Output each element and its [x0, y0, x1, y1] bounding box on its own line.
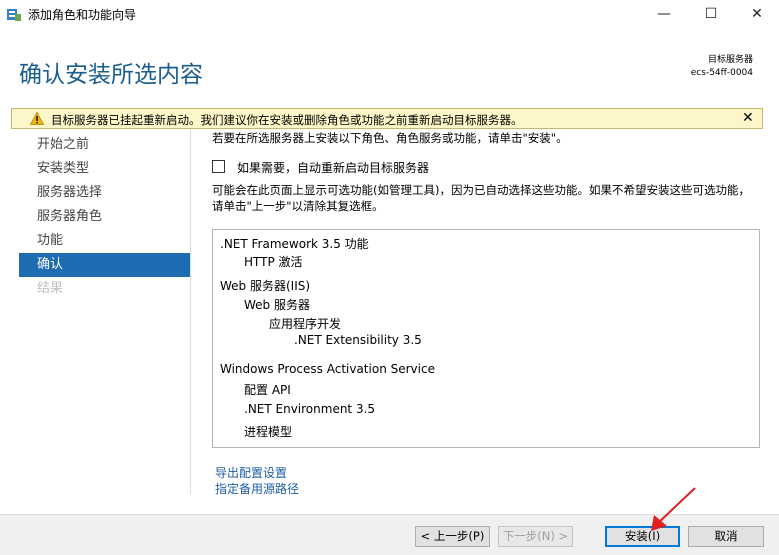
warning-close-icon[interactable]: ✕: [742, 110, 754, 126]
window-title: 添加角色和功能向导: [28, 8, 137, 22]
nav-item-server-selection[interactable]: 服务器选择: [19, 181, 190, 205]
next-button[interactable]: 下一步(N) >: [498, 526, 573, 547]
warning-text: 目标服务器已挂起重新启动。我们建议你在安装或删除角色或功能之前重新启动目标服务器…: [51, 113, 523, 127]
restart-checkbox[interactable]: [212, 160, 225, 173]
nav-divider: [190, 129, 191, 494]
nav-item-results: 结果: [37, 281, 64, 296]
server-manager-icon: [7, 9, 21, 21]
list-item: 应用程序开发: [269, 317, 342, 331]
optional-features-note: 可能会在此页面上显示可选功能(如管理工具)，因为已自动选择这些功能。如果不希望安…: [212, 183, 750, 213]
list-item: .NET Framework 3.5 功能: [220, 237, 369, 251]
previous-button[interactable]: < 上一步(P): [415, 526, 490, 547]
alternate-source-link[interactable]: 指定备用源路径: [215, 480, 299, 497]
install-button[interactable]: 安装(I): [605, 526, 680, 547]
page-title: 确认安装所选内容: [19, 62, 203, 88]
list-item: .NET Environment 3.5: [244, 402, 376, 416]
nav-item-server-roles[interactable]: 服务器角色: [19, 205, 190, 229]
list-item: Web 服务器: [244, 298, 310, 312]
nav-item-confirmation[interactable]: 确认: [19, 253, 190, 277]
warning-bar: 目标服务器已挂起重新启动。我们建议你在安装或删除角色或功能之前重新启动目标服务器…: [11, 108, 763, 129]
list-item: 配置 API: [244, 383, 291, 397]
intro-text: 若要在所选服务器上安装以下角色、角色服务或功能，请单击"安装"。: [212, 131, 568, 145]
target-server-name: ecs-54ff-0004: [690, 68, 753, 78]
list-item: 进程模型: [244, 425, 293, 439]
minimize-button[interactable]: —: [641, 0, 687, 28]
nav-item-installation-type[interactable]: 安装类型: [19, 157, 190, 181]
target-server-info: 目标服务器 ecs-54ff-0004: [691, 54, 753, 80]
close-button[interactable]: ✕: [734, 0, 779, 28]
export-config-link[interactable]: 导出配置设置: [215, 464, 287, 481]
list-item: .NET Extensibility 3.5: [294, 333, 422, 347]
nav-item-before-you-begin[interactable]: 开始之前: [19, 133, 190, 157]
title-bar: 添加角色和功能向导 — ☐ ✕: [0, 0, 779, 28]
nav-item-features[interactable]: 功能: [19, 229, 190, 253]
maximize-button[interactable]: ☐: [688, 0, 734, 28]
wizard-steps-nav: 开始之前 安装类型 服务器选择 服务器角色 功能 确认 结果: [19, 133, 190, 301]
list-item: Web 服务器(IIS): [220, 279, 311, 293]
selected-features-list[interactable]: .NET Framework 3.5 功能 HTTP 激活 Web 服务器(II…: [212, 229, 760, 448]
cancel-button[interactable]: 取消: [688, 526, 764, 547]
restart-checkbox-label[interactable]: 如果需要，自动重新启动目标服务器: [237, 159, 429, 176]
target-server-label: 目标服务器: [707, 55, 753, 65]
list-item: HTTP 激活: [244, 255, 303, 269]
list-item: Windows Process Activation Service: [220, 362, 435, 376]
warning-icon: [30, 112, 44, 125]
